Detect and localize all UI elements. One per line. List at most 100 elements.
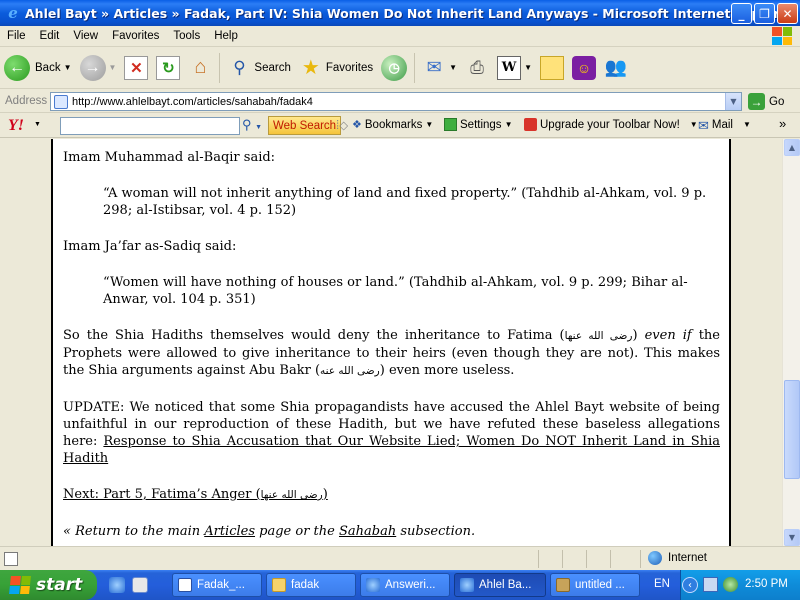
refresh-icon: ↻ <box>156 55 181 80</box>
address-url[interactable]: http://www.ahlelbayt.com/articles/sahaba… <box>72 96 313 108</box>
yahoo-logo-icon[interactable]: Y! <box>8 117 24 135</box>
upgrade-icon <box>524 118 537 131</box>
task-label: Answeri... <box>385 579 436 591</box>
scrollbar-thumb[interactable] <box>784 380 800 479</box>
baqir-quote: “A woman will not inherit anything of la… <box>103 186 707 218</box>
page-content-box: Imam Muhammad al-Baqir said: “A woman wi… <box>51 139 731 546</box>
bookmarks-button[interactable]: ❖ Bookmarks ▼ <box>352 118 434 132</box>
menu-view[interactable]: View <box>66 30 105 42</box>
update-paragraph: UPDATE: We noticed that some Shia propag… <box>63 399 720 467</box>
window-title: Ahlel Bayt » Articles » Fadak, Part IV: … <box>25 5 795 21</box>
menu-tools[interactable]: Tools <box>166 30 207 42</box>
network-icon[interactable] <box>703 577 718 592</box>
home-button[interactable]: ⌂ <box>184 50 216 86</box>
articles-link[interactable]: Articles <box>204 524 255 539</box>
yahoo-mail-button[interactable]: ✉ Mail ▼ <box>698 118 751 133</box>
go-button[interactable]: → Go <box>748 93 784 110</box>
task-word-fadak[interactable]: Fadak_... <box>172 573 262 597</box>
word-doc-icon <box>178 578 192 592</box>
settings-icon <box>444 118 457 131</box>
back-arrow-icon: ← <box>4 54 30 81</box>
vertical-scrollbar[interactable]: ▲ ▼ <box>782 139 800 546</box>
bookmarks-dropdown-icon: ▼ <box>425 120 434 129</box>
task-label: untitled ... <box>575 579 625 591</box>
contacts-button[interactable]: 👥 <box>600 50 632 86</box>
print-button[interactable]: ⎙ <box>461 50 493 86</box>
edit-dropdown-icon[interactable]: ▼ <box>524 63 532 72</box>
task-folder-fadak[interactable]: fadak <box>266 573 356 597</box>
back-button[interactable]: ← Back ▼ <box>0 50 76 86</box>
mail-dropdown-icon[interactable]: ▼ <box>449 63 457 72</box>
settings-dropdown-icon: ▼ <box>504 120 513 129</box>
toolbar-more-chevron[interactable]: » <box>779 116 786 131</box>
maximize-button[interactable]: ❐ <box>754 3 775 24</box>
yahoo-messenger-button[interactable]: ☺ <box>568 50 600 86</box>
minimize-button[interactable]: _ <box>731 3 752 24</box>
back-dropdown-icon[interactable]: ▼ <box>64 63 72 72</box>
quicklaunch-desktop-icon[interactable] <box>132 577 148 593</box>
go-arrow-icon: → <box>748 93 765 110</box>
menu-favorites[interactable]: Favorites <box>105 30 166 42</box>
upgrade-toolbar-button[interactable]: Upgrade your Toolbar Now! ▼ <box>524 118 698 131</box>
next-part-link[interactable]: Next: Part 5, Fatima’s Anger (رضی الله ع… <box>63 486 720 504</box>
yahoo-mail-icon: ✉ <box>698 118 709 133</box>
internet-explorer-icon: e <box>8 4 18 22</box>
stop-button[interactable]: ✕ <box>120 50 152 86</box>
address-input[interactable]: http://www.ahlelbayt.com/articles/sahaba… <box>50 92 742 111</box>
bookmarks-label: Bookmarks <box>364 118 423 131</box>
status-bar: Internet <box>0 546 800 570</box>
status-divider <box>538 550 539 568</box>
menu-help[interactable]: Help <box>207 30 245 42</box>
printer-icon: ⎙ <box>470 57 484 77</box>
settings-button[interactable]: Settings ▼ <box>444 118 512 131</box>
security-zone: Internet <box>648 551 707 565</box>
tray-expand-icon[interactable]: ‹ <box>682 577 698 593</box>
next-link-honorific[interactable]: رضی الله عنها <box>261 489 323 501</box>
even-if-emphasis: even if <box>644 328 692 343</box>
address-dropdown-icon[interactable]: ▼ <box>725 93 741 110</box>
return-text: « Return to the main <box>63 524 205 539</box>
scroll-up-button[interactable]: ▲ <box>784 139 800 156</box>
forward-button[interactable]: → ▼ <box>76 50 121 86</box>
paragraph-text: So the Shia Hadiths themselves would den… <box>63 328 565 343</box>
paragraph-text: ) even more useless. <box>379 363 515 378</box>
menu-file[interactable]: File <box>0 30 33 42</box>
mail-envelope-icon: ✉ <box>426 57 442 77</box>
clock[interactable]: 2:50 PM <box>745 578 788 590</box>
address-bar: Address http://www.ahlelbayt.com/article… <box>0 90 800 113</box>
response-link[interactable]: Response to Shia Accusation that Our Web… <box>63 434 720 466</box>
forward-arrow-icon: → <box>79 54 106 81</box>
yahoo-mail-label: Mail <box>711 118 733 131</box>
paint-icon <box>556 578 570 592</box>
next-link-text[interactable]: ) <box>323 487 328 502</box>
messenger-tray-icon[interactable] <box>723 577 738 592</box>
zone-label: Internet <box>668 552 707 564</box>
task-label: Fadak_... <box>197 579 245 591</box>
refresh-button[interactable]: ↻ <box>152 50 184 86</box>
discuss-button[interactable] <box>536 50 568 86</box>
task-ahlel-bayt[interactable]: Ahlel Ba... <box>454 573 546 597</box>
history-button[interactable]: ◷ <box>377 50 411 86</box>
mail-button[interactable]: ✉ ▼ <box>418 50 461 86</box>
search-button[interactable]: ⚲ Search <box>223 50 294 86</box>
scroll-down-button[interactable]: ▼ <box>784 529 800 546</box>
quicklaunch-ie-icon[interactable] <box>109 577 125 593</box>
favorites-button[interactable]: ★ Favorites <box>295 50 377 86</box>
start-button[interactable]: start <box>0 570 97 600</box>
status-divider <box>562 550 563 568</box>
menu-edit[interactable]: Edit <box>33 30 67 42</box>
task-answering[interactable]: Answeri... <box>360 573 450 597</box>
windows-flag-icon <box>9 576 31 594</box>
yahoo-search-icon[interactable]: ⚲ ▼ <box>242 117 262 133</box>
next-link-text[interactable]: Next: Part 5, Fatima’s Anger ( <box>63 487 261 502</box>
web-search-button[interactable]: Web Search <box>268 116 342 135</box>
close-button[interactable]: ✕ <box>777 3 798 24</box>
task-untitled-paint[interactable]: untitled ... <box>550 573 640 597</box>
sahabah-link[interactable]: Sahabah <box>339 524 396 539</box>
language-indicator[interactable]: EN <box>654 578 670 590</box>
edit-button[interactable]: W ▼ <box>493 50 536 86</box>
yahoo-search-input[interactable] <box>60 117 240 135</box>
forward-dropdown-icon[interactable]: ▼ <box>109 63 117 72</box>
taskbar: start Fadak_... fadak Answeri... Ahlel B… <box>0 570 800 600</box>
yahoo-logo-dropdown-icon[interactable]: ▼ <box>34 121 41 128</box>
